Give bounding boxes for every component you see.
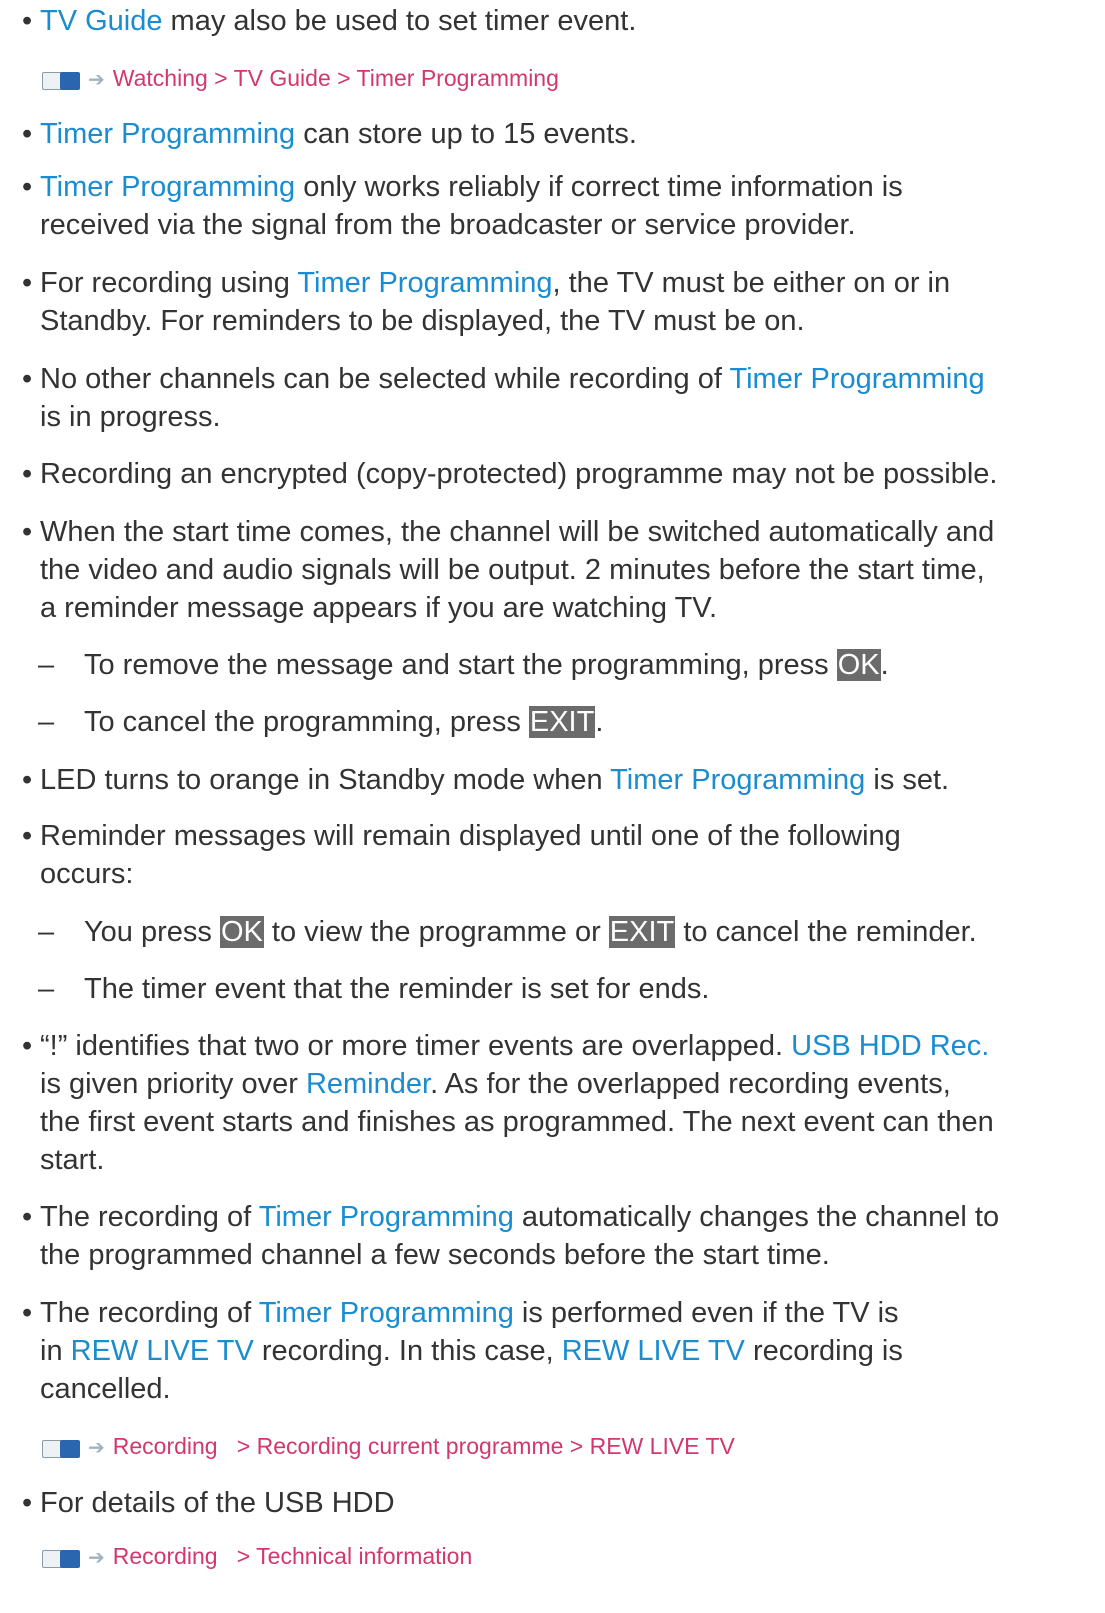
ok-key: OK (836, 649, 881, 681)
bullet: • (22, 1030, 33, 1062)
link-timer-programming[interactable]: Timer Programming (40, 171, 295, 203)
manual-book-icon (42, 69, 84, 91)
link-usb-hdd-rec[interactable]: USB HDD Rec. (791, 1030, 989, 1062)
dash: – (38, 916, 55, 948)
arrow-right-icon: ➔ (88, 1436, 105, 1459)
dash: – (38, 706, 55, 738)
bullet: • (22, 118, 33, 150)
link-timer-programming[interactable]: Timer Programming (729, 363, 984, 395)
manual-book-icon (42, 1547, 84, 1569)
ok-key: OK (219, 916, 264, 948)
reference-link[interactable]: ➔ Recording > Technical information (42, 1540, 472, 1572)
exit-key: EXIT (528, 706, 596, 738)
bullet: • (22, 267, 33, 299)
bullet: • (22, 363, 33, 395)
bullet: • (22, 764, 33, 796)
link-tv-guide[interactable]: TV Guide (40, 5, 163, 37)
link-timer-programming[interactable]: Timer Programming (259, 1201, 514, 1233)
link-timer-programming[interactable]: Timer Programming (297, 267, 552, 299)
bullet: • (22, 171, 33, 203)
exit-key: EXIT (608, 916, 676, 948)
bullet: • (22, 516, 33, 548)
dash: – (38, 649, 55, 681)
bullet: • (22, 5, 33, 37)
arrow-right-icon: ➔ (88, 68, 105, 91)
bullet: • (22, 1201, 33, 1233)
bullet: • (22, 458, 33, 490)
bullet: • (22, 1487, 33, 1519)
link-timer-programming[interactable]: Timer Programming (259, 1297, 514, 1329)
bullet: • (22, 1297, 33, 1329)
dash: – (38, 973, 55, 1005)
link-rew-live-tv[interactable]: REW LIVE TV (562, 1335, 745, 1367)
manual-book-icon (42, 1437, 84, 1459)
link-rew-live-tv[interactable]: REW LIVE TV (71, 1335, 254, 1367)
link-timer-programming[interactable]: Timer Programming (610, 764, 865, 796)
link-reminder[interactable]: Reminder (306, 1068, 430, 1100)
arrow-right-icon: ➔ (88, 1546, 105, 1569)
bullet: • (22, 820, 33, 852)
reference-link[interactable]: ➔ Recording > Recording current programme… (42, 1430, 735, 1462)
reference-link[interactable]: ➔ Watching > TV Guide > Timer Programming (42, 62, 559, 94)
link-timer-programming[interactable]: Timer Programming (40, 118, 295, 150)
